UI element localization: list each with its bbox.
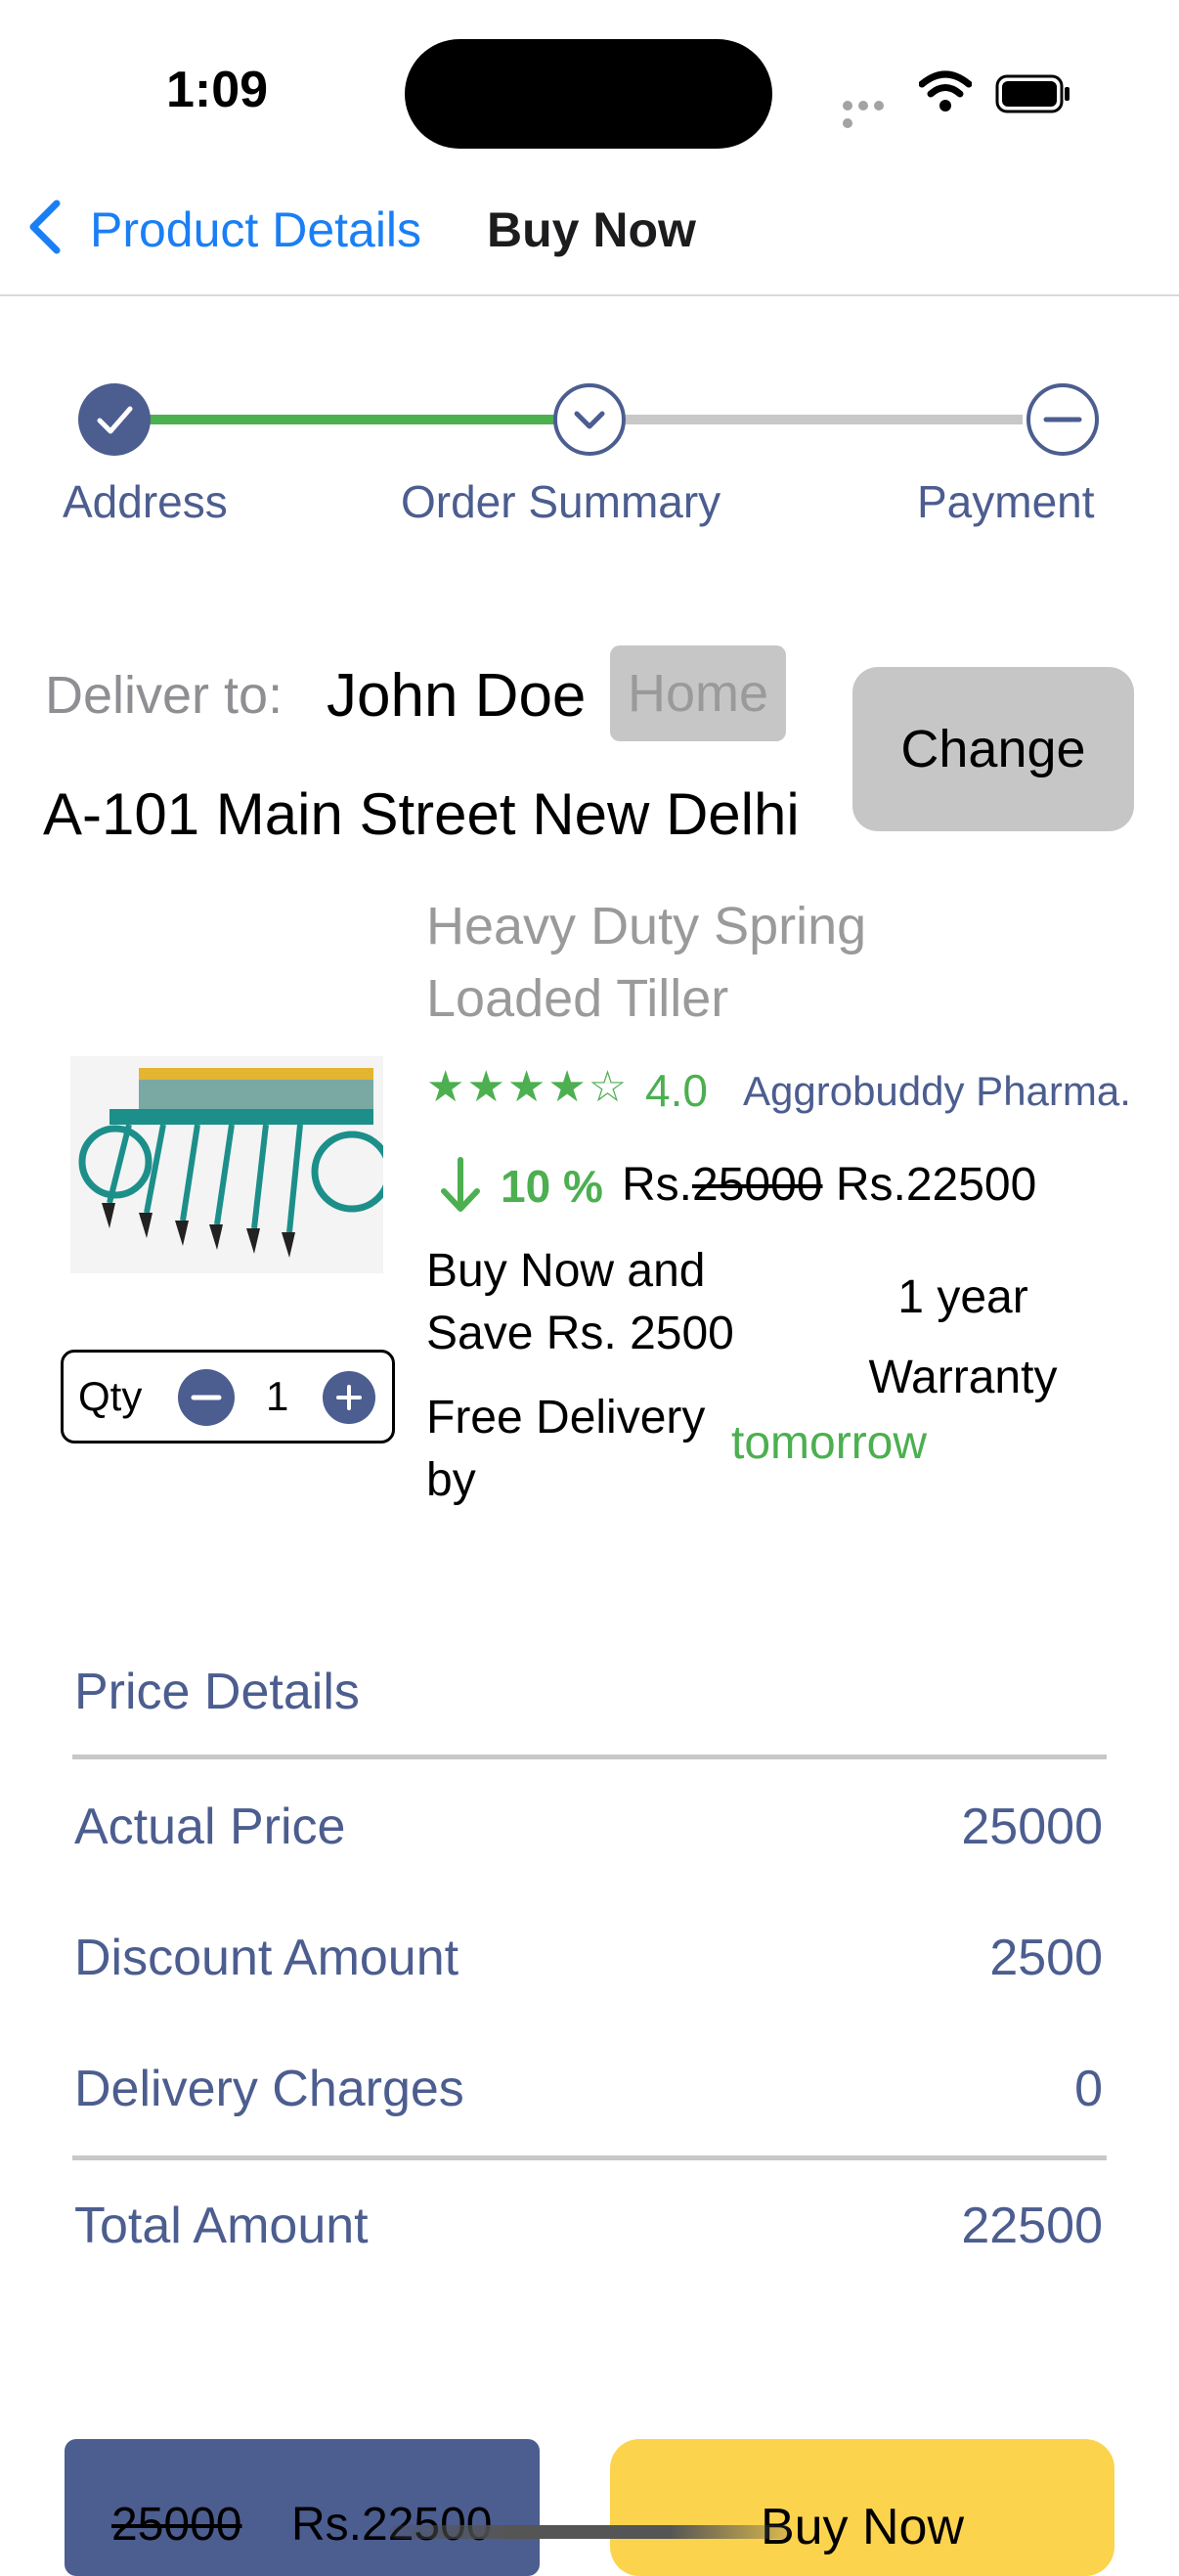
warranty-info: 1 year Warranty [841, 1258, 1085, 1418]
battery-icon [995, 74, 1070, 113]
free-delivery-text: Free Delivery by [426, 1392, 706, 1506]
arrow-down-icon [441, 1157, 480, 1212]
delivery-address: A-101 Main Street New Delhi [43, 781, 800, 847]
qty-value: 1 [266, 1373, 289, 1419]
price-details-title: Price Details [74, 1664, 360, 1720]
stepper-progress-completed [117, 415, 569, 424]
actual-price-value: 25000 [961, 1799, 1103, 1855]
discount-percent: 10 % [501, 1161, 603, 1212]
warranty-label: Warranty [868, 1352, 1058, 1403]
price-details-divider [72, 1754, 1107, 1759]
qty-minus-icon[interactable] [178, 1369, 235, 1426]
delivery-charges-value: 0 [1074, 2061, 1103, 2117]
original-price: 25000 [692, 1159, 823, 1211]
back-button[interactable]: Product Details [90, 201, 421, 258]
product-image [70, 1056, 383, 1273]
step-order-summary-chevron-down-icon [553, 383, 626, 456]
delivery-day: tomorrow [731, 1417, 928, 1469]
price-prefix: Rs. [622, 1159, 692, 1211]
delivery-charges-label: Delivery Charges [74, 2061, 464, 2117]
stepper-progress-remaining [626, 415, 1023, 424]
step-payment-minus-icon [1026, 383, 1099, 456]
step-label-order-summary: Order Summary [401, 476, 721, 527]
savings-text: Buy Now and Save Rs. 2500 [426, 1245, 734, 1359]
product-rating: 4.0 [645, 1065, 708, 1116]
warranty-duration: 1 year [897, 1271, 1028, 1323]
total-divider [72, 2155, 1107, 2160]
discount-amount-value: 2500 [989, 1930, 1103, 1986]
final-price: Rs.22500 [835, 1159, 1037, 1211]
rating-stars-icon: ★★★★☆ [426, 1062, 630, 1112]
price-row: Rs.25000 Rs.22500 [622, 1158, 1036, 1212]
deliver-to-label: Deliver to: [45, 666, 284, 725]
total-amount-value: 22500 [961, 2198, 1103, 2254]
page-title: Buy Now [487, 202, 696, 257]
dynamic-island [405, 39, 772, 149]
total-amount-label: Total Amount [74, 2198, 369, 2254]
change-address-button[interactable]: Change [852, 667, 1134, 831]
qty-label: Qty [78, 1373, 143, 1419]
discount-amount-label: Discount Amount [74, 1930, 459, 1986]
recipient-name: John Doe [327, 662, 587, 730]
address-type-badge: Home [610, 645, 786, 741]
home-indicator [389, 2525, 790, 2539]
cellular-signal-icon [843, 98, 903, 128]
status-time: 1:09 [166, 62, 269, 118]
nav-divider [0, 294, 1179, 296]
bottom-original-price: 25000 [111, 2499, 242, 2551]
qty-plus-icon[interactable] [323, 1371, 375, 1424]
step-label-address: Address [63, 476, 228, 527]
chevron-left-icon[interactable] [23, 200, 66, 254]
seller-name[interactable]: Aggrobuddy Pharma. [743, 1068, 1131, 1115]
wifi-icon [919, 70, 972, 111]
actual-price-label: Actual Price [74, 1799, 346, 1855]
step-address-check-icon [78, 383, 151, 456]
product-title: Heavy Duty Spring Loaded Tiller [426, 897, 867, 1028]
step-label-payment: Payment [917, 476, 1095, 527]
